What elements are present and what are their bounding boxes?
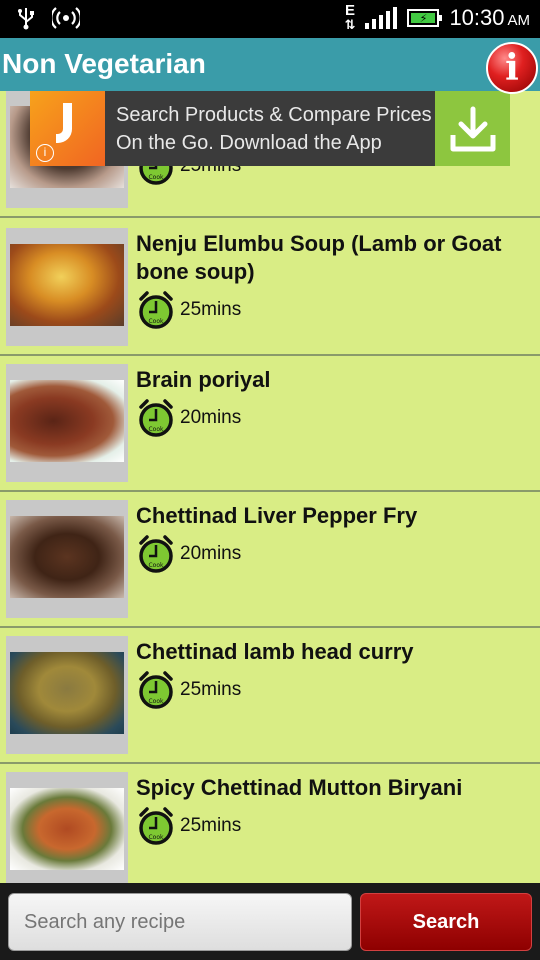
cook-time: Cook 25mins	[136, 806, 241, 846]
recipe-thumbnail	[6, 228, 128, 346]
search-button[interactable]: Search	[360, 893, 532, 951]
recipe-thumbnail	[6, 772, 128, 883]
recipe-title: Chettinad Liver Pepper Fry	[136, 503, 418, 528]
ad-banner[interactable]: i Search Products & Compare Prices On th…	[30, 91, 510, 166]
battery-charging-icon: ⚡	[407, 9, 443, 27]
cook-time: Cook 20mins	[136, 398, 241, 438]
alarm-clock-icon: Cook	[139, 671, 173, 709]
recipe-title: Nenju Elumbu Soup (Lamb or Goat bone sou…	[136, 231, 502, 284]
list-item[interactable]: Spicy Chettinad Mutton Biryani Cook 25mi…	[0, 764, 540, 883]
cook-time-label: 20mins	[180, 407, 242, 428]
recipe-title: Brain poriyal	[136, 367, 271, 392]
svg-text:Cook: Cook	[148, 834, 164, 841]
cook-time-label: 25mins	[180, 815, 242, 836]
cook-time: Cook 20mins	[136, 534, 241, 574]
recipe-thumbnail	[6, 636, 128, 754]
app-title-bar: Non Vegetarian	[0, 38, 540, 91]
ad-line-1: Search Products & Compare Prices	[116, 104, 432, 126]
usb-icon	[18, 8, 34, 30]
signal-icon	[365, 7, 398, 29]
recipe-title: Spicy Chettinad Mutton Biryani	[136, 775, 463, 800]
svg-text:Cook: Cook	[148, 562, 164, 569]
search-bar: Search	[0, 883, 540, 960]
recipe-thumbnail	[6, 500, 128, 618]
list-item[interactable]: Brain poriyal Cook 20mins	[0, 356, 540, 492]
info-button[interactable]: i	[486, 42, 538, 94]
download-icon	[450, 106, 495, 151]
info-icon: i	[505, 47, 519, 89]
recipe-title: Chettinad lamb head curry	[136, 639, 414, 664]
ad-info-icon[interactable]: i	[36, 144, 54, 162]
cook-time-label: 20mins	[180, 543, 242, 564]
svg-text:Cook: Cook	[148, 174, 164, 181]
cook-time: Cook 25mins	[136, 670, 241, 710]
ad-text[interactable]: Search Products & Compare Prices On the …	[116, 101, 432, 157]
alarm-clock-icon: Cook	[139, 807, 173, 845]
alarm-clock-icon: Cook	[139, 535, 173, 573]
recipe-thumbnail	[6, 364, 128, 482]
ad-download-button[interactable]	[435, 91, 510, 166]
list-item[interactable]: Nenju Elumbu Soup (Lamb or Goat bone sou…	[0, 220, 540, 356]
svg-text:Cook: Cook	[148, 698, 164, 705]
ad-app-logo[interactable]: i	[30, 91, 105, 166]
page-title: Non Vegetarian	[2, 48, 206, 79]
clock-time: 10:30 AM	[449, 5, 530, 30]
svg-text:Cook: Cook	[148, 318, 164, 325]
cook-time-label: 25mins	[180, 299, 242, 320]
wifi-hotspot-icon	[52, 7, 80, 29]
search-input[interactable]	[8, 893, 352, 951]
cook-time: Cook 25mins	[136, 290, 241, 330]
list-item[interactable]: Chettinad lamb head curry Cook 25mins	[0, 628, 540, 764]
svg-text:Cook: Cook	[148, 426, 164, 433]
recipe-list[interactable]: Cook 25mins Nenju Elumbu Soup (Lamb or G…	[0, 91, 540, 883]
alarm-clock-icon: Cook	[139, 291, 173, 329]
list-item[interactable]: Chettinad Liver Pepper Fry Cook 20mins	[0, 492, 540, 628]
status-bar: E ⇅ ⚡ 10:30 AM	[0, 0, 540, 38]
cook-time-label: 25mins	[180, 679, 242, 700]
ad-line-2: On the Go. Download the App	[116, 132, 382, 154]
network-e-icon: E ⇅	[344, 2, 356, 32]
alarm-clock-icon: Cook	[139, 399, 173, 437]
